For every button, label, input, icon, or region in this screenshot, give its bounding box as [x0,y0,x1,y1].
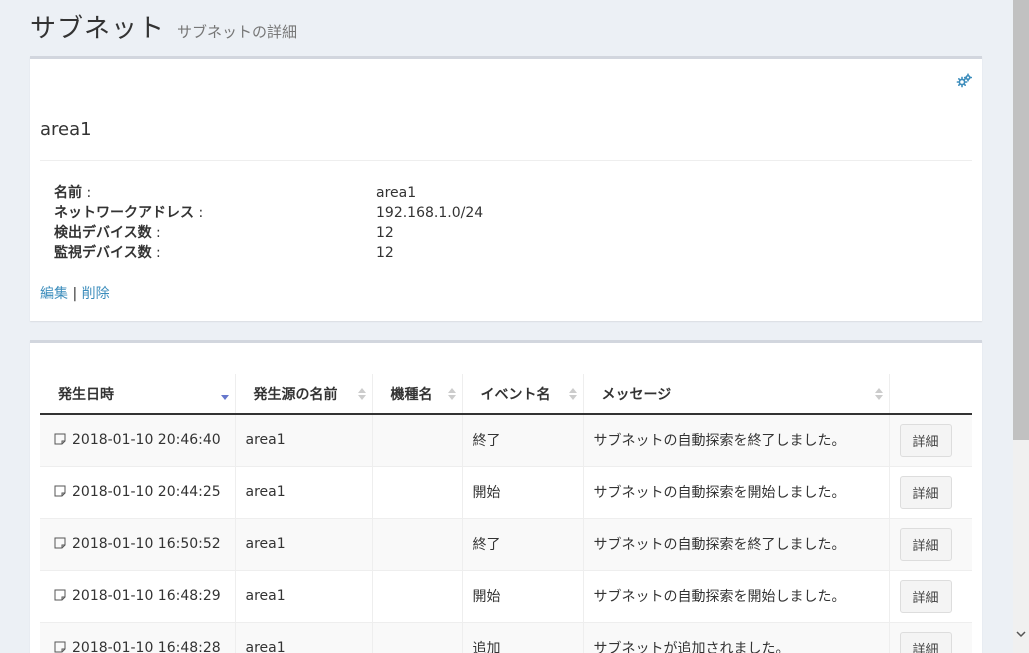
vertical-scrollbar[interactable] [1013,0,1029,653]
delete-link[interactable]: 削除 [82,286,110,302]
subnet-detail-box: area1 名前 : area1 ネットワークアドレス : 192.168.1.… [30,56,982,321]
cell-source: area1 [235,414,373,467]
page-header: サブネット サブネットの詳細 [30,8,297,45]
cell-message: サブネットが追加されました。 [583,622,890,653]
sort-icon [568,388,577,400]
cell-model [372,622,463,653]
cell-message: サブネットの自動探索を開始しました。 [583,570,890,623]
table-row: 2018-01-10 20:46:40 area1 終了 サブネットの自動探索を… [40,414,972,467]
cell-model [372,518,463,571]
scrollbar-thumb[interactable] [1013,0,1029,440]
property-value: area1 [376,185,417,201]
cell-event: 開始 [462,570,584,623]
cell-model [372,466,463,519]
cell-source: area1 [235,466,373,519]
gears-icon[interactable] [956,73,973,89]
divider [40,160,972,161]
property-row: 検出デバイス数 : 12 [54,223,483,243]
property-label: 名前 [54,185,82,201]
property-value: 12 [376,225,394,241]
property-label: 監視デバイス数 [54,245,152,261]
cell-event: 終了 [462,518,584,571]
sort-icon [357,388,366,400]
calendar-icon [54,641,66,653]
page-subtitle: サブネットの詳細 [177,23,298,41]
cell-source: area1 [235,622,373,653]
cell-time: 2018-01-10 20:44:25 [40,466,236,519]
column-header-event[interactable]: イベント名 [462,374,584,415]
cell-time: 2018-01-10 16:50:52 [40,518,236,571]
scroll-down-icon[interactable] [1016,629,1026,639]
calendar-icon [54,433,66,445]
cell-actions: 詳細 [889,414,972,467]
property-colon: : [151,225,161,241]
cell-message: サブネットの自動探索を終了しました。 [583,518,890,571]
property-row: 名前 : area1 [54,183,483,203]
property-colon: : [194,205,204,221]
detail-button[interactable]: 詳細 [899,475,952,509]
cell-message: サブネットの自動探索を終了しました。 [583,414,890,467]
edit-link[interactable]: 編集 [40,286,68,302]
sort-icon [874,388,883,400]
property-colon: : [151,245,161,261]
cell-event: 追加 [462,622,584,653]
column-header-model[interactable]: 機種名 [372,374,463,415]
action-separator: | [68,286,82,302]
property-value: 192.168.1.0/24 [376,205,484,221]
events-box: 発生日時 発生源の名前 機種名 イベント名 メッセージ 2018-01-10 2… [30,340,982,653]
property-row: ネットワークアドレス : 192.168.1.0/24 [54,203,483,223]
cell-source: area1 [235,570,373,623]
cell-model [372,414,463,467]
table-row: 2018-01-10 16:48:28 area1 追加 サブネットが追加されま… [40,622,972,653]
page: サブネット サブネットの詳細 area1 名前: area1 ネットワークアド… [0,0,1013,653]
column-header-actions [889,374,972,415]
subnet-properties: 名前 : area1 ネットワークアドレス : 192.168.1.0/24 検… [54,183,483,263]
events-table: 発生日時 発生源の名前 機種名 イベント名 メッセージ 2018-01-10 2… [40,374,972,653]
detail-button[interactable]: 詳細 [899,423,952,457]
detail-button[interactable]: 詳細 [899,631,952,653]
column-header-source[interactable]: 発生源の名前 [235,374,373,415]
subnet-name-heading: area1 [40,119,92,140]
property-label: 検出デバイス数 [54,225,152,241]
table-row: 2018-01-10 16:50:52 area1 終了 サブネットの自動探索を… [40,518,972,571]
property-value: 12 [376,245,394,261]
page-title: サブネット [30,14,166,44]
cell-actions: 詳細 [889,622,972,653]
detail-button[interactable]: 詳細 [899,579,952,613]
cell-actions: 詳細 [889,466,972,519]
cell-source: area1 [235,518,373,571]
cell-model [372,570,463,623]
detail-button[interactable]: 詳細 [899,527,952,561]
cell-event: 終了 [462,414,584,467]
calendar-icon [54,537,66,549]
table-row: 2018-01-10 16:48:29 area1 開始 サブネットの自動探索を… [40,570,972,623]
cell-event: 開始 [462,466,584,519]
cell-time: 2018-01-10 20:46:40 [40,414,236,467]
cell-time: 2018-01-10 16:48:29 [40,570,236,623]
calendar-icon [54,589,66,601]
property-label: ネットワークアドレス [54,205,194,221]
cell-actions: 詳細 [889,570,972,623]
table-header-row: 発生日時 発生源の名前 機種名 イベント名 メッセージ [40,374,972,415]
property-row: 監視デバイス数 : 12 [54,243,483,263]
sort-desc-icon [220,395,229,400]
cell-message: サブネットの自動探索を開始しました。 [583,466,890,519]
detail-actions: 編集 | 削除 [40,283,110,303]
table-row: 2018-01-10 20:44:25 area1 開始 サブネットの自動探索を… [40,466,972,519]
column-header-message[interactable]: メッセージ [583,374,890,415]
calendar-icon [54,485,66,497]
column-header-time[interactable]: 発生日時 [40,374,236,415]
cell-actions: 詳細 [889,518,972,571]
sort-icon [447,388,456,400]
cell-time: 2018-01-10 16:48:28 [40,622,236,653]
property-colon: : [82,185,92,201]
